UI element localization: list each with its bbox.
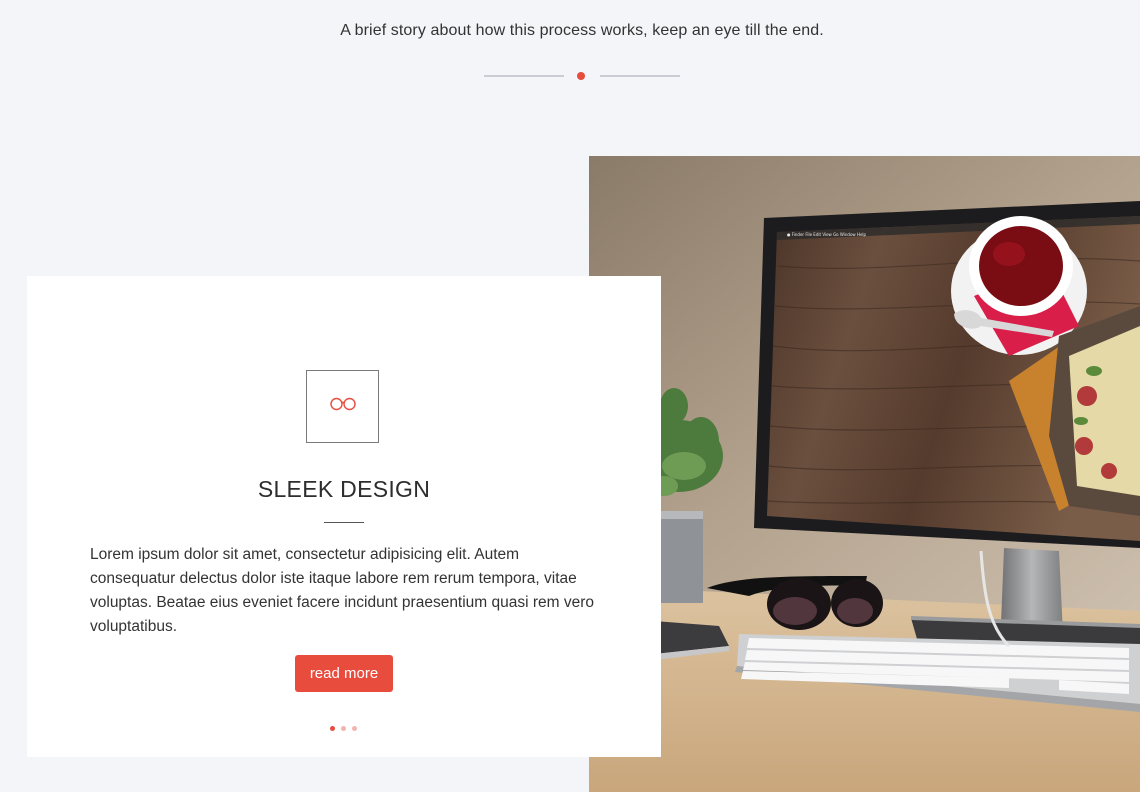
pager-dot-1[interactable] (330, 726, 335, 731)
section-intro-text: A brief story about how this process wor… (340, 22, 824, 39)
divider-line-right (600, 75, 680, 77)
feature-icon-box (306, 370, 379, 443)
title-underline (324, 522, 364, 523)
feature-description: Lorem ipsum dolor sit amet, consectetur … (90, 546, 595, 635)
divider-dot (577, 72, 585, 80)
glasses-icon (329, 397, 357, 416)
svg-text:● Finder File Edit View Go: ● Finder File Edit View Go Window Help (787, 232, 867, 237)
divider-line-left (484, 75, 564, 77)
feature-card: SLEEK DESIGN Lorem ipsum dolor sit amet,… (27, 276, 661, 757)
read-more-button[interactable]: read more (295, 655, 393, 692)
pager-dot-2[interactable] (341, 726, 346, 731)
workspace-photo: ● Finder File Edit View Go Window Help (589, 156, 1140, 792)
pager-dot-3[interactable] (352, 726, 357, 731)
feature-title: SLEEK DESIGN (257, 476, 431, 502)
carousel-pager (330, 726, 360, 732)
section-divider (484, 70, 680, 82)
